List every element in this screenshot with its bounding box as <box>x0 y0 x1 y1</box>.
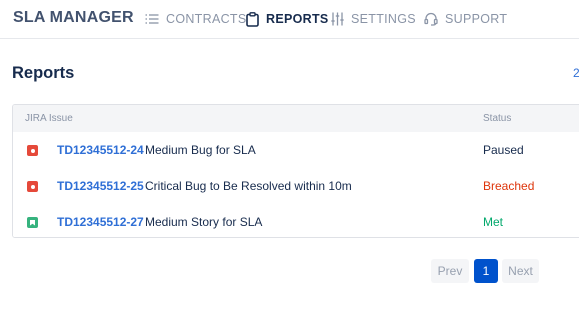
headset-icon <box>424 12 438 26</box>
nav-reports[interactable]: REPORTS <box>246 10 329 28</box>
table-header: JIRA Issue Status <box>13 105 579 133</box>
top-nav: SLA MANAGER CONTRACTS REPORTS SETTINGS S… <box>0 0 579 39</box>
app-brand[interactable]: SLA MANAGER <box>13 9 134 27</box>
page-action-link[interactable]: 2 <box>573 66 579 80</box>
nav-contracts[interactable]: CONTRACTS <box>145 10 246 28</box>
page-1-button[interactable]: 1 <box>474 259 498 283</box>
nav-settings-label: SETTINGS <box>351 12 416 26</box>
nav-support[interactable]: SUPPORT <box>424 10 507 28</box>
column-header-status: Status <box>483 113 512 124</box>
status-text: Met <box>483 215 504 229</box>
sliders-icon <box>331 12 344 26</box>
status-text: Breached <box>483 179 535 193</box>
issue-summary: Critical Bug to Be Resolved within 10m <box>145 179 352 193</box>
clipboard-icon <box>246 11 259 27</box>
issue-key-link[interactable]: TD12345512-24 <box>57 143 144 157</box>
next-page-button[interactable]: Next <box>502 259 539 283</box>
column-header-issue: JIRA Issue <box>25 113 73 124</box>
prev-page-button[interactable]: Prev <box>431 259 469 283</box>
status-text: Paused <box>483 143 524 157</box>
bug-icon <box>27 181 38 192</box>
table-row[interactable]: TD12345512-24 Medium Bug for SLA Paused <box>13 132 579 169</box>
list-icon <box>145 13 159 25</box>
issue-summary: Medium Story for SLA <box>145 215 263 229</box>
nav-settings[interactable]: SETTINGS <box>331 10 416 28</box>
issue-key-link[interactable]: TD12345512-25 <box>57 179 144 193</box>
nav-reports-label: REPORTS <box>266 12 329 26</box>
issue-summary: Medium Bug for SLA <box>145 143 256 157</box>
nav-contracts-label: CONTRACTS <box>166 12 247 26</box>
table-row[interactable]: TD12345512-27 Medium Story for SLA Met <box>13 204 579 237</box>
page-title: Reports <box>12 64 75 82</box>
bug-icon <box>27 145 38 156</box>
reports-table: JIRA Issue Status TD12345512-24 Medium B… <box>12 104 579 238</box>
table-row[interactable]: TD12345512-25 Critical Bug to Be Resolve… <box>13 168 579 205</box>
issue-key-link[interactable]: TD12345512-27 <box>57 215 144 229</box>
story-icon <box>27 217 38 228</box>
nav-support-label: SUPPORT <box>445 12 508 26</box>
